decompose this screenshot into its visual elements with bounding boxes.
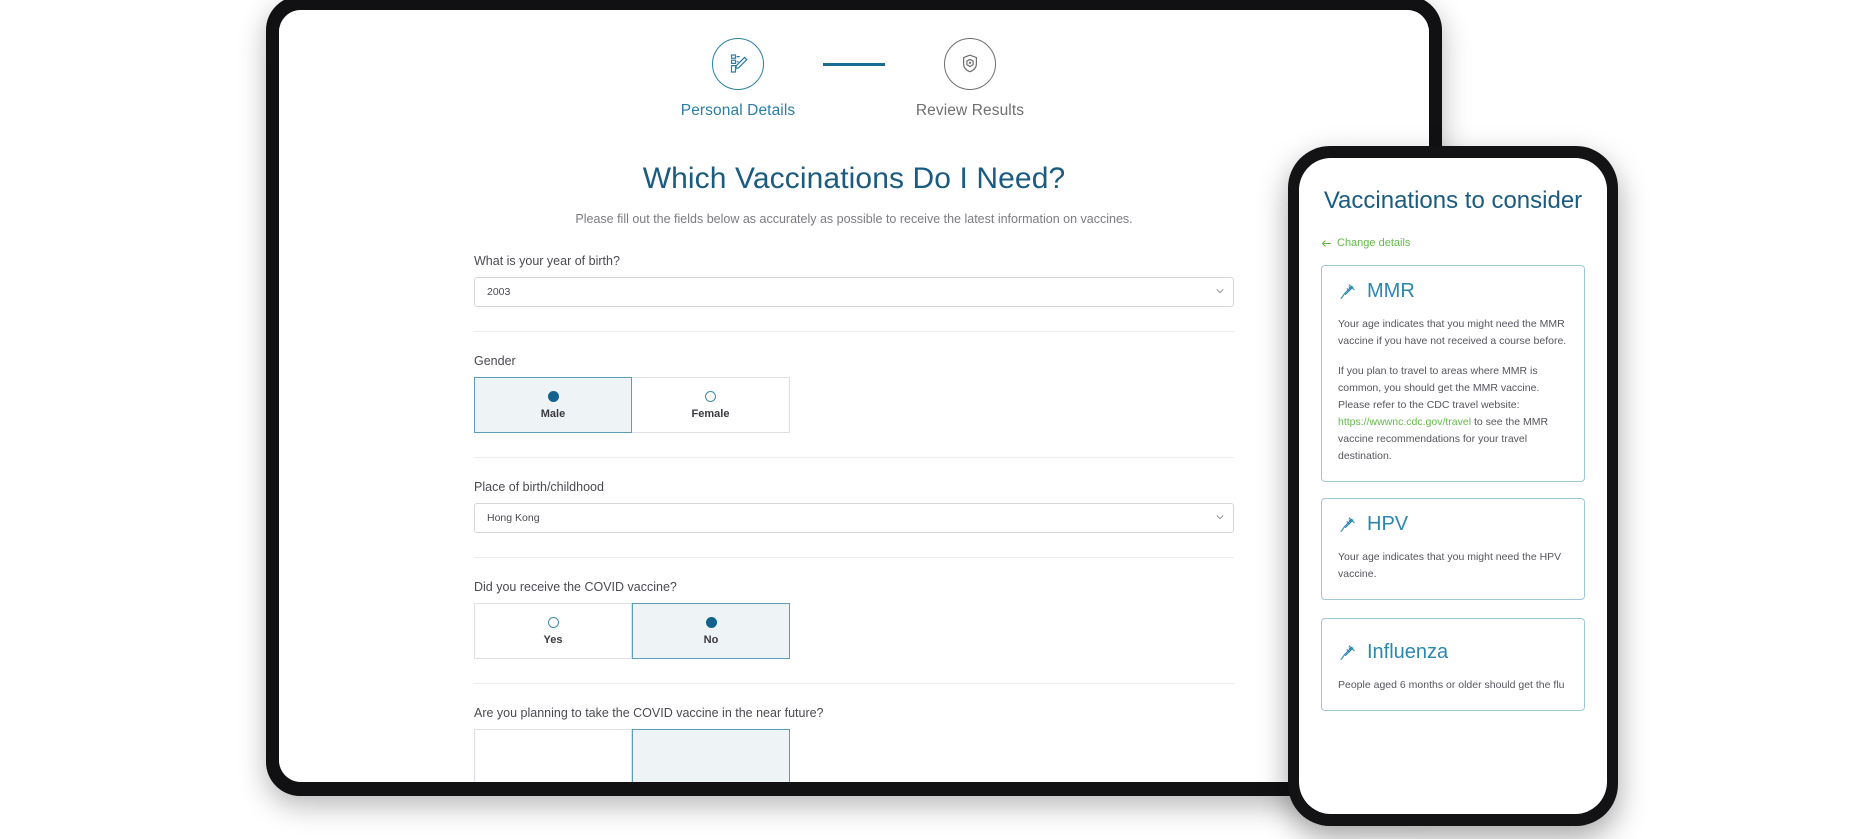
covid-option-yes[interactable]: Yes: [474, 603, 632, 659]
vaccine-card-mmr-para-1: Your age indicates that you might need t…: [1338, 318, 1567, 348]
form-divider: [474, 457, 1234, 458]
covid-future-option-2[interactable]: [632, 729, 790, 782]
tablet-device-frame: Personal Details Review Results Which Va…: [266, 0, 1442, 796]
field-gender: Gender Male Female: [474, 354, 1234, 433]
vaccine-card-mmr-para-2: If you plan to travel to areas where MMR…: [1338, 363, 1568, 465]
arrow-left-icon: [1321, 239, 1331, 247]
covid-future-radio-group: [474, 729, 1234, 782]
place-of-birth-value: Hong Kong: [487, 512, 540, 524]
gender-option-male-label: Male: [540, 407, 566, 420]
gender-option-female-label: Female: [691, 407, 730, 420]
chevron-down-icon: [1216, 515, 1224, 520]
radio-dot-icon: [705, 390, 716, 402]
step-review-results-circle: [944, 38, 996, 90]
phone-page-title: Vaccinations to consider: [1323, 187, 1583, 214]
vaccine-card-influenza[interactable]: Influenza People aged 6 months or older …: [1321, 618, 1585, 712]
covid-option-no[interactable]: No: [632, 603, 790, 659]
place-of-birth-select[interactable]: Hong Kong: [474, 503, 1234, 533]
form-divider: [474, 557, 1234, 558]
radio-dot-icon: [547, 390, 559, 402]
step-review-results[interactable]: Review Results: [885, 38, 1055, 120]
radio-dot-icon: [705, 616, 717, 628]
shield-plus-icon: [963, 54, 977, 73]
vaccine-card-hpv-para-1: Your age indicates that you might need t…: [1338, 551, 1562, 581]
page-title: Which Vaccinations Do I Need?: [642, 162, 1066, 195]
field-covid-future: Are you planning to take the COVID vacci…: [474, 706, 1234, 782]
vaccine-card-hpv-name: HPV: [1367, 513, 1409, 536]
mmr-para-2-text: If you plan to travel to areas where MMR…: [1338, 365, 1540, 412]
tablet-screen: Personal Details Review Results Which Va…: [279, 10, 1429, 782]
field-covid-vaccine: Did you receive the COVID vaccine? Yes N…: [474, 580, 1234, 659]
year-of-birth-select[interactable]: 2003: [474, 277, 1234, 307]
vaccine-card-mmr-name: MMR: [1367, 280, 1415, 303]
step-personal-details[interactable]: Personal Details: [653, 38, 823, 120]
progress-stepper: Personal Details Review Results: [279, 38, 1429, 120]
change-details-label: Change details: [1337, 237, 1411, 250]
vaccine-card-hpv-header: HPV: [1338, 513, 1568, 536]
chevron-down-icon: [1216, 289, 1224, 294]
syringe-icon: [1340, 284, 1355, 300]
page-subtitle: Please fill out the fields below as accu…: [575, 212, 1133, 226]
syringe-icon: [1340, 517, 1355, 533]
checklist-edit-icon: [730, 54, 748, 73]
screenshot-stage: Personal Details Review Results Which Va…: [0, 0, 1876, 839]
field-place-of-birth-label: Place of birth/childhood: [474, 480, 604, 494]
vaccine-card-hpv[interactable]: HPV Your age indicates that you might ne…: [1321, 498, 1585, 601]
covid-radio-group: Yes No: [474, 603, 1234, 659]
phone-device-frame: Vaccinations to consider Change details: [1288, 146, 1618, 826]
gender-option-female[interactable]: Female: [632, 377, 790, 433]
form-divider: [474, 683, 1234, 684]
vaccine-card-mmr[interactable]: MMR Your age indicates that you might ne…: [1321, 265, 1585, 483]
field-covid-vaccine-label: Did you receive the COVID vaccine?: [474, 580, 677, 594]
phone-screen: Vaccinations to consider Change details: [1299, 158, 1607, 814]
step-review-results-label: Review Results: [915, 102, 1025, 119]
vaccination-form-page: Personal Details Review Results Which Va…: [279, 10, 1429, 782]
step-personal-details-label: Personal Details: [680, 102, 796, 119]
field-place-of-birth: Place of birth/childhood Hong Kong: [474, 480, 1234, 533]
change-details-link[interactable]: Change details: [1321, 237, 1585, 249]
vaccination-results-page: Vaccinations to consider Change details: [1299, 158, 1607, 712]
vaccine-card-influenza-header: Influenza: [1338, 641, 1568, 664]
vaccine-card-influenza-para-1: People aged 6 months or older should get…: [1338, 679, 1565, 692]
year-of-birth-value: 2003: [487, 286, 511, 298]
gender-option-male[interactable]: Male: [474, 377, 632, 433]
stepper-connector: [823, 63, 885, 66]
step-personal-details-circle: [712, 38, 764, 90]
covid-future-option-1[interactable]: [474, 729, 632, 782]
gender-radio-group: Male Female: [474, 377, 1234, 433]
covid-option-no-label: No: [703, 633, 719, 646]
form-body: What is your year of birth? 2003 Gender: [474, 226, 1234, 782]
syringe-icon: [1340, 645, 1355, 661]
cdc-travel-link[interactable]: https://wwwnc.cdc.gov/travel: [1338, 416, 1471, 428]
covid-option-yes-label: Yes: [543, 633, 563, 646]
field-gender-label: Gender: [474, 354, 516, 368]
form-divider: [474, 331, 1234, 332]
field-year-of-birth-label: What is your year of birth?: [474, 254, 620, 268]
field-covid-future-label: Are you planning to take the COVID vacci…: [474, 706, 824, 720]
vaccine-card-influenza-name: Influenza: [1367, 641, 1449, 664]
field-year-of-birth: What is your year of birth? 2003: [474, 254, 1234, 307]
radio-dot-icon: [547, 616, 559, 628]
vaccine-card-mmr-header: MMR: [1338, 280, 1568, 303]
